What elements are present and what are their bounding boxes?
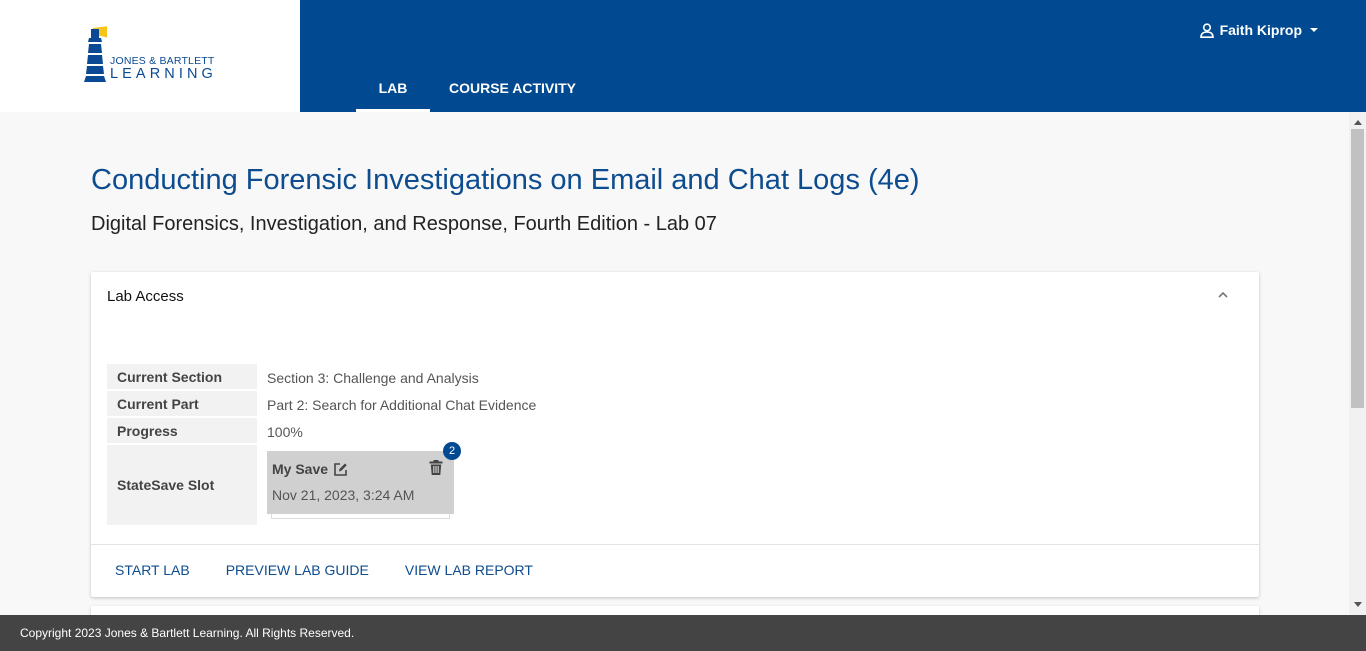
lab-access-card: Lab Access Current Section Section 3: Ch…: [91, 272, 1259, 597]
user-name: Faith Kiprop: [1219, 22, 1302, 38]
logo-area: JONES & BARTLETT LEARNING: [0, 0, 300, 112]
slot-name: My Save: [272, 461, 329, 477]
page-title: Conducting Forensic Investigations on Em…: [91, 164, 920, 196]
current-part-value: Part 2: Search for Additional Chat Evide…: [267, 396, 537, 413]
slot-stack-shadow: [271, 514, 450, 519]
edit-icon[interactable]: [333, 462, 348, 477]
user-icon: [1199, 22, 1214, 38]
tab-course-activity[interactable]: COURSE ACTIVITY: [430, 0, 595, 112]
view-lab-report-button[interactable]: VIEW LAB REPORT: [405, 562, 533, 578]
brand-logo[interactable]: JONES & BARTLETT LEARNING: [83, 26, 217, 82]
slot-count-badge: 2: [443, 442, 461, 460]
card-actions: START LAB PREVIEW LAB GUIDE VIEW LAB REP…: [115, 562, 533, 578]
statesave-slot-label: StateSave Slot: [107, 445, 257, 527]
progress-label: Progress: [107, 418, 257, 445]
footer-copyright: Copyright 2023 Jones & Bartlett Learning…: [20, 626, 355, 640]
table-row: StateSave Slot My Save Nov 21, 2023, 3:2…: [107, 442, 536, 527]
start-lab-button[interactable]: START LAB: [115, 562, 190, 578]
progress-value: 100%: [267, 423, 303, 440]
scroll-up-arrow-icon[interactable]: [1354, 120, 1362, 125]
page-subtitle: Digital Forensics, Investigation, and Re…: [91, 213, 717, 235]
page-scrollbar[interactable]: [1349, 112, 1366, 615]
user-menu[interactable]: Faith Kiprop: [1199, 22, 1318, 38]
table-row: Current Section Section 3: Challenge and…: [107, 364, 536, 391]
slot-date: Nov 21, 2023, 3:24 AM: [272, 487, 415, 503]
footer: Copyright 2023 Jones & Bartlett Learning…: [0, 615, 1366, 651]
lab-info-table: Current Section Section 3: Challenge and…: [107, 364, 536, 527]
lighthouse-icon: [84, 26, 107, 82]
chevron-up-icon[interactable]: [1217, 289, 1229, 301]
statesave-slot[interactable]: My Save Nov 21, 2023, 3:24 AM 2: [267, 442, 461, 521]
table-row: Progress 100%: [107, 418, 536, 445]
current-section-label: Current Section: [107, 364, 257, 391]
trash-icon[interactable]: [429, 460, 443, 475]
card-divider: [91, 544, 1259, 545]
slot-name-row: My Save: [272, 461, 348, 477]
tab-lab[interactable]: LAB: [356, 0, 430, 112]
caret-down-icon: [1310, 28, 1318, 32]
scrollbar-thumb[interactable]: [1351, 129, 1364, 408]
preview-lab-guide-button[interactable]: PREVIEW LAB GUIDE: [226, 562, 369, 578]
current-section-value: Section 3: Challenge and Analysis: [267, 369, 479, 386]
brand-line2: LEARNING: [110, 66, 217, 82]
brand-text: JONES & BARTLETT LEARNING: [110, 56, 217, 82]
table-row: Current Part Part 2: Search for Addition…: [107, 391, 536, 418]
statesave-slot-card[interactable]: My Save Nov 21, 2023, 3:24 AM: [267, 451, 454, 514]
lab-access-title: Lab Access: [107, 288, 184, 305]
current-part-label: Current Part: [107, 391, 257, 418]
top-nav-bar: LAB COURSE ACTIVITY Faith Kiprop: [300, 0, 1366, 112]
scroll-down-arrow-icon[interactable]: [1354, 602, 1362, 607]
